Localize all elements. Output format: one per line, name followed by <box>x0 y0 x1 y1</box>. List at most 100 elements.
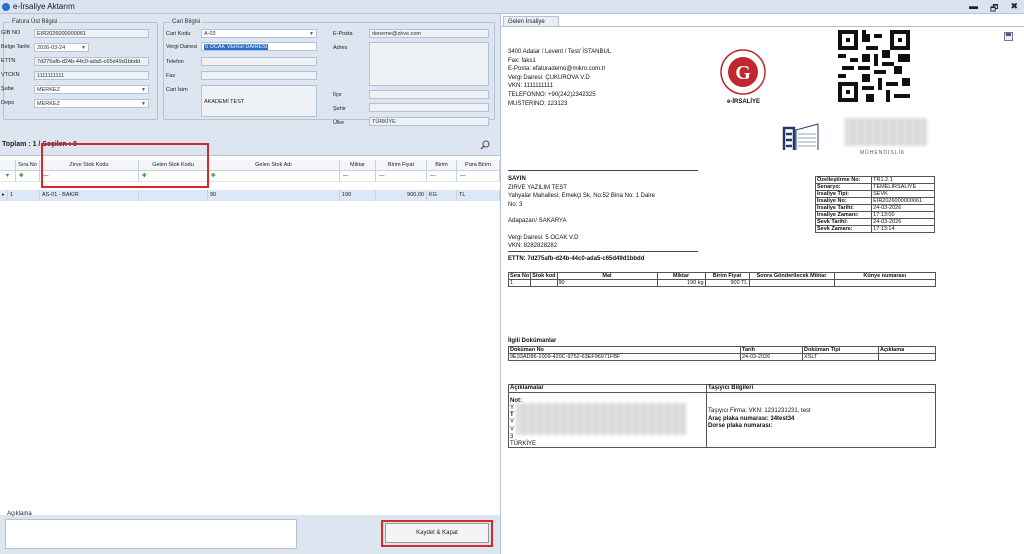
docs-header: Doküman No <box>508 346 741 354</box>
eposta-field[interactable]: deneme@zirve.com <box>369 29 489 38</box>
filter-sira[interactable]: ✚ <box>16 171 40 182</box>
filter-mark: — <box>460 173 466 179</box>
telefon-field[interactable] <box>201 57 317 66</box>
cell-gelen-stok[interactable] <box>139 190 208 201</box>
filter-miktar[interactable]: — <box>340 171 376 182</box>
col-miktar[interactable]: Miktar <box>340 160 376 171</box>
items-grid: Sıra No Zirve Stok Kodu Gelen Stok Kodu … <box>0 155 500 515</box>
cari-kodu-label: Cari Kodu <box>166 31 191 37</box>
docs-data-row: 9E33AD86-1009-420C-9752-63EF96971FBF 24-… <box>508 353 936 361</box>
ulke-label: Ülke <box>333 120 345 126</box>
aciklama-label: Açıklama <box>7 511 32 517</box>
filter-row-icon[interactable]: ▼ <box>0 171 16 182</box>
lines-header: Künye numarası <box>833 272 936 280</box>
fax-field[interactable] <box>201 71 317 80</box>
aciklama-textarea[interactable] <box>5 519 297 549</box>
receiver-bottom-rule <box>508 251 698 252</box>
note-line: TÜRKİYE <box>510 441 537 448</box>
docs-header: Tarih <box>740 346 803 354</box>
cell-zirve-stok[interactable]: AS-01 - BAKIR <box>40 190 139 201</box>
depo-value: MERKEZ <box>37 101 60 107</box>
docs-cell: 9E33AD86-1009-420C-9752-63EF96971FBF <box>508 353 741 361</box>
lines-header: Birim Fiyat <box>704 272 750 280</box>
gib-no-field[interactable]: EIR2026000000061 <box>34 29 149 38</box>
sender-line: MUSTERINO: 123123 <box>508 100 568 107</box>
docs-cell <box>878 353 936 361</box>
lines-cell: 90 <box>556 279 658 287</box>
info-key: İrsaliye Tipi: <box>814 190 873 198</box>
sender-line: VKN: 1111111111 <box>508 83 554 90</box>
cell-birim[interactable]: KG <box>427 190 457 201</box>
col-sira-no[interactable]: Sıra No <box>16 160 40 171</box>
adres-field[interactable] <box>369 42 489 86</box>
ettn-label: ETTN <box>1 58 16 64</box>
info-row: Senaryo: TEMELIRSALIYE <box>814 183 935 191</box>
col-para-birim[interactable]: Para Birim <box>457 160 500 171</box>
docs-cell: 24-03-2026 <box>740 353 803 361</box>
grid-header-blank <box>0 160 16 171</box>
tab-gelen-irsaliye[interactable]: Gelen İrsaliye <box>503 16 559 26</box>
vergi-dairesi-field[interactable]: 5 OCAK VERGİ DAİRESİ <box>201 42 317 51</box>
depo-select[interactable]: MERKEZ ▼ <box>34 99 149 108</box>
filter-plus-icon: ✚ <box>211 173 216 179</box>
ulke-field[interactable]: TÜRKİYE <box>369 117 489 126</box>
cell-birim-fiyat[interactable]: 900,00 <box>376 190 427 201</box>
gib-no-label: GİB NO <box>1 30 21 36</box>
lines-header: Mal <box>556 272 658 280</box>
sube-select[interactable]: MERKEZ ▼ <box>34 85 149 94</box>
info-row: Sevk Tarihi: 24-03-2026 <box>814 218 935 226</box>
belge-tarihi-field[interactable]: 2026-03-24 ▼ <box>34 43 89 52</box>
col-birim[interactable]: Birim <box>427 160 457 171</box>
vtckn-field[interactable]: 1111111111 <box>34 71 149 80</box>
sube-value: MERKEZ <box>37 87 60 93</box>
chevron-down-icon[interactable]: ▼ <box>81 44 86 51</box>
cari-isim-label: Cari İsim <box>166 87 188 93</box>
docs-header: Doküman Tipi <box>802 346 879 354</box>
filter-gelen-stok-adi[interactable]: ✚ <box>208 171 340 182</box>
sehir-field[interactable] <box>369 103 489 112</box>
col-gelen-stok-adi[interactable]: Gelen Stok Adı <box>208 160 340 171</box>
vtckn-label: VTCKN <box>1 72 20 78</box>
cari-kodu-select[interactable]: A-03 ▼ <box>201 29 317 38</box>
lines-cell <box>530 279 558 287</box>
filter-mark: — <box>430 173 436 179</box>
cell-gelen-stok-adi[interactable]: 90 <box>208 190 340 201</box>
filter-birim[interactable]: — <box>427 171 457 182</box>
chevron-down-icon[interactable]: ▼ <box>141 100 146 107</box>
search-icon[interactable] <box>480 140 490 150</box>
filter-plus-icon: ✚ <box>19 173 24 179</box>
carrier-line: Dorse plaka numarası: <box>708 423 773 429</box>
ettn-field[interactable]: 7d275afb-d24b-44c0-ada5-c65d49d1bbdd <box>34 57 149 66</box>
table-row[interactable]: ▸ 1 AS-01 - BAKIR 90 190 900,00 KG TL <box>0 190 500 201</box>
chevron-down-icon[interactable]: ▼ <box>309 30 314 37</box>
save-doc-icon[interactable] <box>1004 32 1013 41</box>
cell-para-birim[interactable]: TL <box>457 190 500 201</box>
carrier-lines: Taşıyıcı Firma: VKN: 1231231231, test Ar… <box>708 408 811 431</box>
receiver-top-rule <box>508 170 698 171</box>
cari-isim-field[interactable]: AKADEMİ TEST <box>201 85 317 117</box>
receiver-line: VKN: 8282828282 <box>508 243 558 250</box>
info-key: İrsaliye No: <box>814 197 873 205</box>
info-value: SEVK <box>871 190 935 198</box>
lines-data-row: 1 90 190 kg 900 TL <box>507 279 936 287</box>
vergi-dairesi-label: Vergi Dairesi <box>166 44 198 50</box>
lines-header: Miktar <box>656 272 706 280</box>
cell-sira[interactable]: 1 <box>8 190 40 201</box>
col-birim-fiyat[interactable]: Birim Fiyat <box>376 160 427 171</box>
ilce-field[interactable] <box>369 90 489 99</box>
company-logo-icon <box>782 123 819 150</box>
filter-birim-fiyat[interactable]: — <box>376 171 427 182</box>
info-row: İrsaliye Tarihi: 24-03-2026 <box>814 204 935 212</box>
info-key: Sevk Tarihi: <box>814 218 873 226</box>
info-key: Sevk Zamanı: <box>814 225 873 233</box>
telefon-label: Telefon <box>166 59 184 65</box>
chevron-down-icon[interactable]: ▼ <box>141 86 146 93</box>
carrier-line: Taşıyıcı Firma: VKN: 1231231231, test <box>708 408 811 414</box>
eirsaliye-caption: e-İRSALİYE <box>727 99 761 105</box>
preview-scrollbar[interactable] <box>1014 28 1023 548</box>
cell-miktar[interactable]: 190 <box>340 190 376 201</box>
save-close-button[interactable]: Kaydet & Kapat <box>385 523 489 543</box>
fax-label: Fax <box>166 73 176 79</box>
info-value: 17:13:14 <box>871 225 935 233</box>
filter-para-birim[interactable]: — <box>457 171 500 182</box>
